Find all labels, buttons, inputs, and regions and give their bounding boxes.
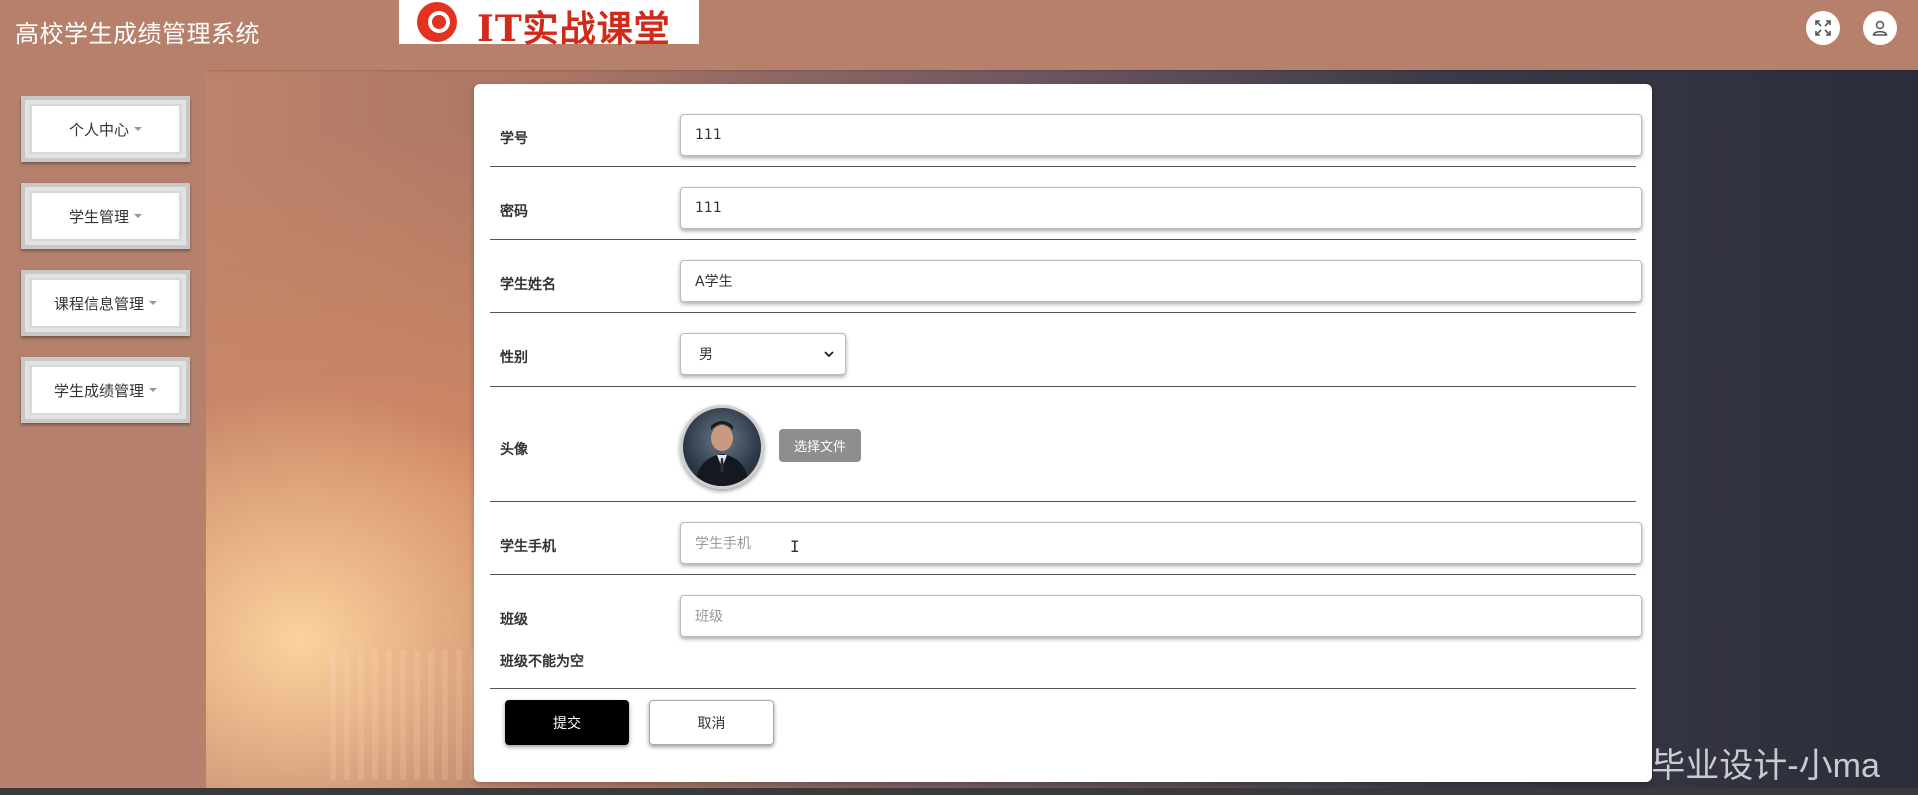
caret-down-icon bbox=[149, 301, 157, 305]
sidebar-item-label: 个人中心 bbox=[68, 120, 129, 139]
form-row-class: 班级 班级 班级不能为空 bbox=[490, 575, 1642, 689]
form-row-avatar: 头像 选择文件 bbox=[490, 387, 1636, 502]
sidebar-item-student-management[interactable]: 学生管理 bbox=[21, 183, 190, 249]
top-header: 高校学生成绩管理系统 IT实战课堂 bbox=[0, 0, 1918, 70]
class-error-message: 班级不能为空 bbox=[500, 654, 584, 670]
expand-icon bbox=[1815, 20, 1831, 36]
phone-label: 学生手机 bbox=[500, 539, 556, 555]
password-input[interactable]: 111 bbox=[680, 187, 1642, 229]
avatar-label: 头像 bbox=[500, 442, 528, 458]
student-id-input[interactable]: 111 bbox=[680, 114, 1642, 156]
chevron-down-icon bbox=[824, 351, 834, 358]
caret-down-icon bbox=[134, 127, 142, 131]
logo-icon bbox=[417, 2, 457, 42]
student-name-input[interactable]: A学生 bbox=[680, 260, 1642, 302]
user-menu-button[interactable] bbox=[1863, 11, 1897, 45]
background-city-silhouette bbox=[330, 650, 490, 780]
phone-input[interactable]: 学生手机 bbox=[680, 522, 1642, 564]
sidebar-item-label: 课程信息管理 bbox=[53, 294, 144, 313]
sidebar-item-course-management[interactable]: 课程信息管理 bbox=[21, 270, 190, 336]
logo-text: IT实战课堂 bbox=[477, 8, 671, 50]
caret-down-icon bbox=[134, 214, 142, 218]
gender-label: 性别 bbox=[500, 350, 528, 366]
caret-down-icon bbox=[149, 388, 157, 392]
student-name-label: 学生姓名 bbox=[500, 277, 556, 293]
sidebar-item-label: 学生管理 bbox=[68, 207, 129, 226]
text-cursor-icon: I bbox=[790, 537, 800, 556]
user-icon bbox=[1872, 20, 1888, 36]
app-title: 高校学生成绩管理系统 bbox=[15, 20, 260, 48]
bottom-strip bbox=[0, 788, 1918, 795]
student-id-label: 学号 bbox=[500, 131, 528, 147]
cancel-button[interactable]: 取消 bbox=[649, 700, 774, 745]
password-label: 密码 bbox=[500, 204, 528, 220]
choose-file-button[interactable]: 选择文件 bbox=[779, 429, 861, 462]
sidebar-item-label: 学生成绩管理 bbox=[53, 381, 144, 400]
submit-button[interactable]: 提交 bbox=[505, 700, 629, 745]
form-row-password: 密码 111 bbox=[490, 167, 1642, 240]
form-row-phone: 学生手机 学生手机 bbox=[490, 502, 1642, 575]
sidebar-item-grade-management[interactable]: 学生成绩管理 bbox=[21, 357, 190, 423]
form-row-student-id: 学号 111 bbox=[490, 84, 1642, 167]
avatar-image bbox=[680, 405, 764, 489]
class-input[interactable]: 班级 bbox=[680, 595, 1642, 637]
logo-banner: IT实战课堂 bbox=[399, 0, 699, 50]
gender-select[interactable]: 男 bbox=[680, 333, 846, 375]
student-form-panel: 学号 111 密码 111 学生姓名 A学生 性别 男 头像 选择文件 学生手机… bbox=[474, 84, 1652, 782]
person-photo-icon bbox=[695, 421, 749, 486]
form-row-student-name: 学生姓名 A学生 bbox=[490, 240, 1642, 313]
form-row-gender: 性别 男 bbox=[490, 313, 1636, 387]
sidebar: 个人中心 学生管理 课程信息管理 学生成绩管理 bbox=[0, 70, 206, 795]
sidebar-item-personal-center[interactable]: 个人中心 bbox=[21, 96, 190, 162]
fullscreen-button[interactable] bbox=[1806, 11, 1840, 45]
gender-select-value: 男 bbox=[699, 347, 713, 363]
watermark-text: CSDN @计算机毕业设计-小ma bbox=[1409, 747, 1880, 785]
class-label: 班级 bbox=[500, 612, 528, 628]
